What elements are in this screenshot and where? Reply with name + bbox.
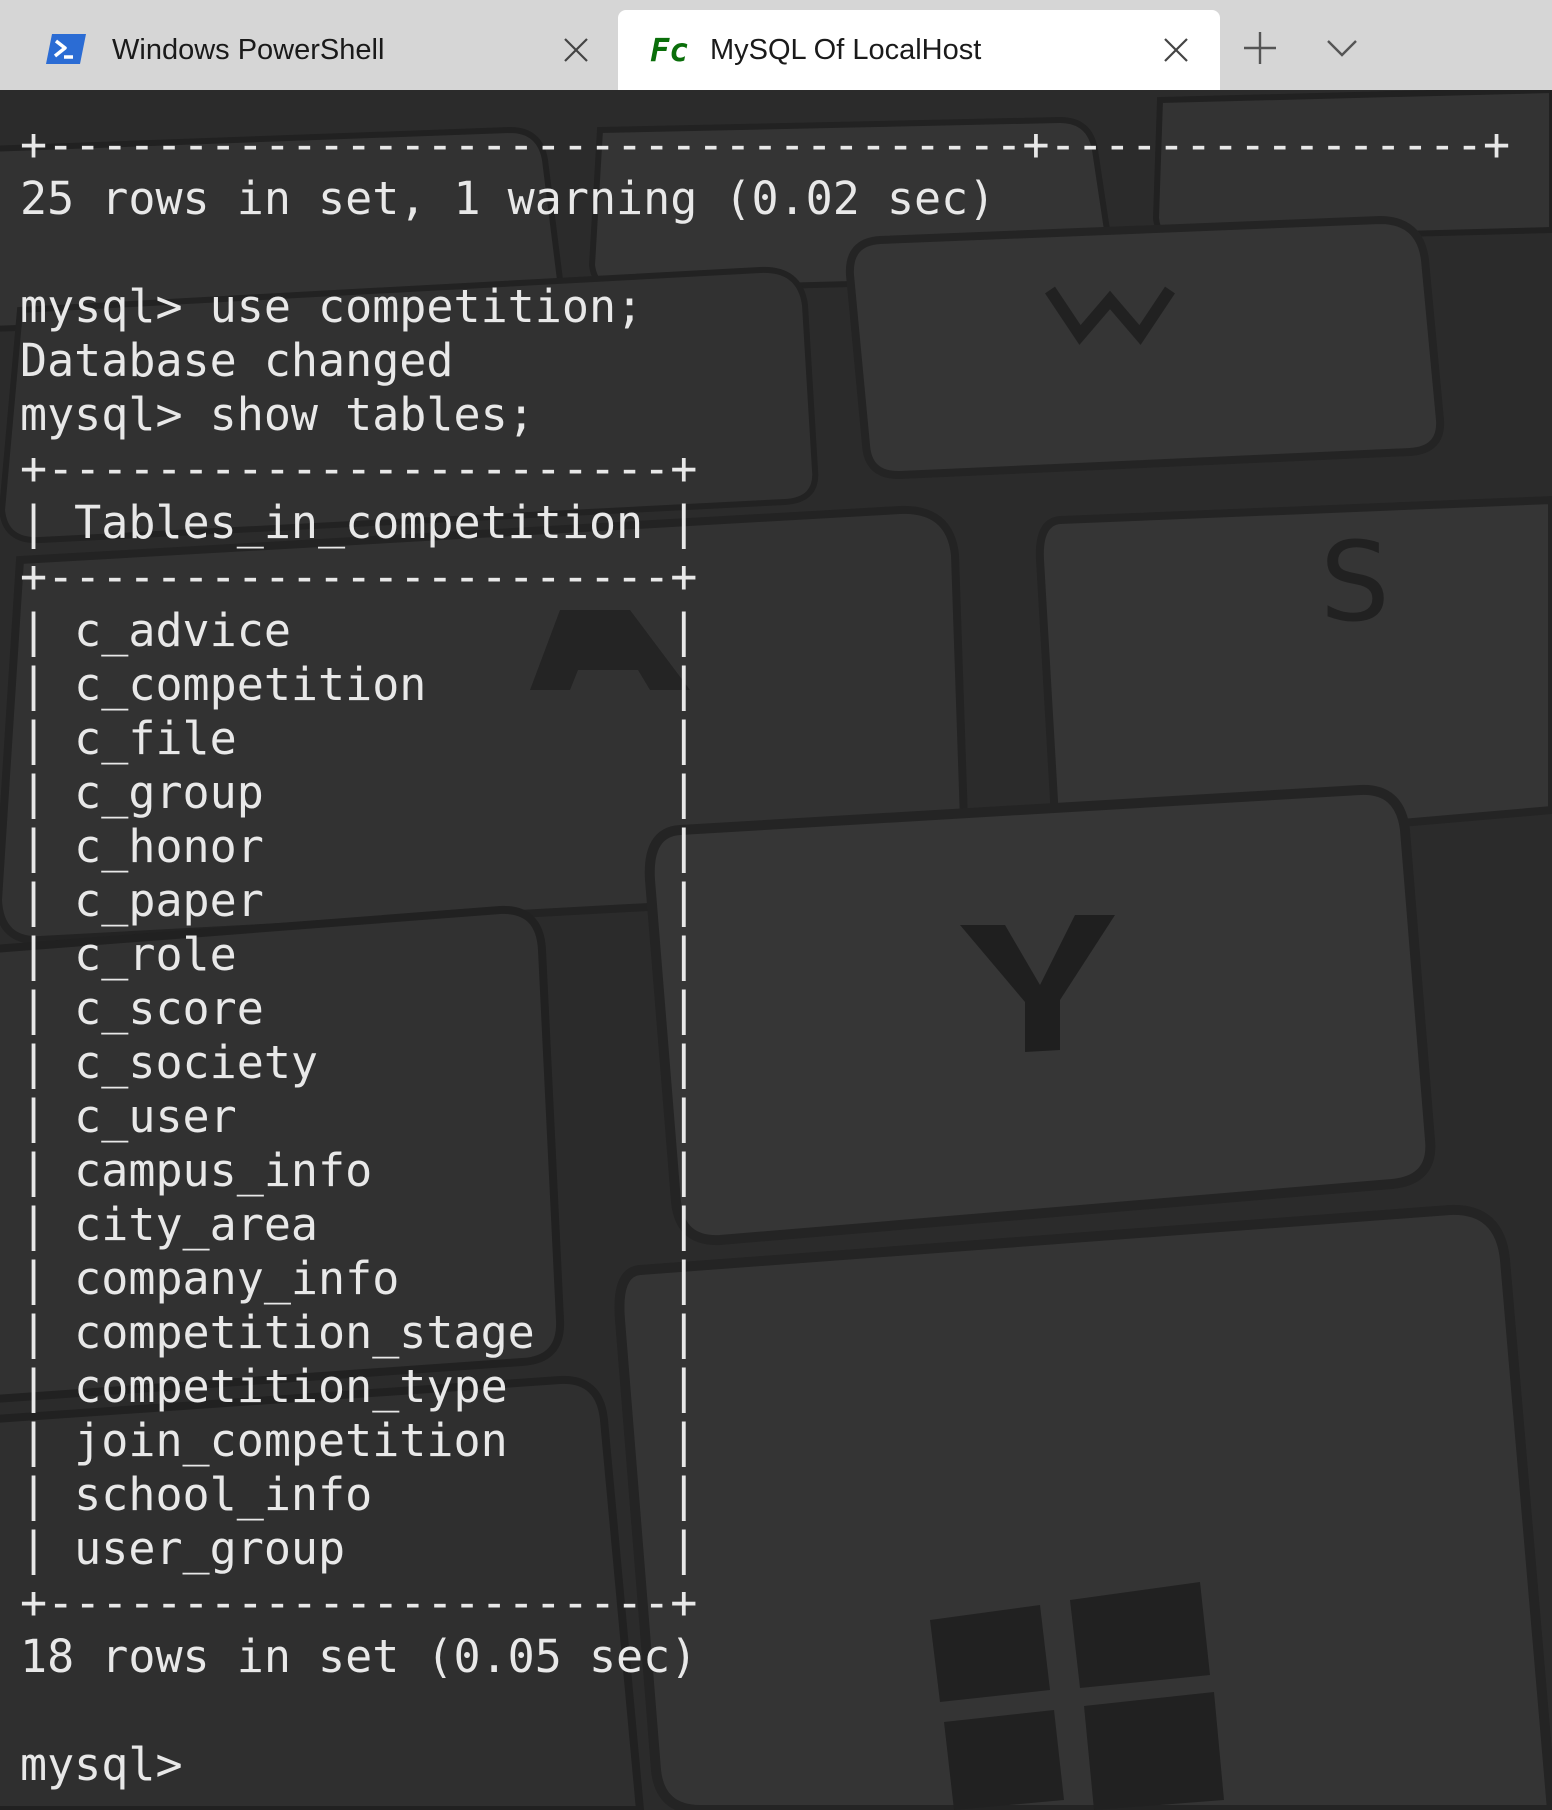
- terminal-line: | user_group |: [20, 1522, 698, 1575]
- terminal-line: | competition_stage |: [20, 1306, 698, 1359]
- tab-bar: Windows PowerShell Fc MySQL Of LocalHost: [0, 0, 1552, 90]
- terminal-line: | c_society |: [20, 1036, 698, 1089]
- terminal-line: 25 rows in set, 1 warning (0.02 sec): [20, 172, 996, 225]
- terminal-line: +-----------------------+: [20, 1576, 698, 1629]
- chevron-down-icon[interactable]: [1322, 28, 1362, 68]
- terminal-line: mysql> use competition;: [20, 280, 644, 333]
- terminal-line: | c_advice |: [20, 604, 698, 657]
- terminal-window: Windows PowerShell Fc MySQL Of LocalHost: [0, 0, 1552, 1810]
- terminal-line: Database changed: [20, 334, 454, 387]
- fc-icon: Fc: [650, 31, 689, 69]
- tab-mysql-localhost[interactable]: Fc MySQL Of LocalHost: [618, 10, 1220, 90]
- terminal-line: | join_competition |: [20, 1414, 698, 1467]
- terminal-line: | c_paper |: [20, 874, 698, 927]
- terminal-line: | c_file |: [20, 712, 698, 765]
- terminal-line: mysql>: [20, 1738, 210, 1791]
- tab-windows-powershell[interactable]: Windows PowerShell: [0, 10, 614, 90]
- terminal-line: | c_role |: [20, 928, 698, 981]
- tab-title-mysql: MySQL Of LocalHost: [710, 34, 982, 66]
- terminal-line: | c_score |: [20, 982, 698, 1035]
- new-tab-plus-icon[interactable]: [1240, 28, 1280, 68]
- terminal-line: +------------------------------------+--…: [20, 118, 1511, 171]
- terminal-line: | c_competition |: [20, 658, 698, 711]
- terminal-line: | c_user |: [20, 1090, 698, 1143]
- terminal-line: | city_area |: [20, 1198, 698, 1251]
- terminal-output: +------------------------------------+--…: [20, 118, 1510, 1792]
- terminal-line: +-----------------------+: [20, 550, 698, 603]
- terminal-line: | c_group |: [20, 766, 698, 819]
- terminal-pane[interactable]: S +------------------------------------+…: [0, 90, 1552, 1810]
- terminal-line: | Tables_in_competition |: [20, 496, 698, 549]
- terminal-line: | competition_type |: [20, 1360, 698, 1413]
- powershell-icon: [46, 34, 86, 64]
- terminal-line: | campus_info |: [20, 1144, 698, 1197]
- terminal-line: | c_honor |: [20, 820, 698, 873]
- terminal-line: +-----------------------+: [20, 442, 698, 495]
- terminal-line: mysql> show tables;: [20, 388, 535, 441]
- terminal-line: | company_info |: [20, 1252, 698, 1305]
- terminal-line: 18 rows in set (0.05 sec): [20, 1630, 698, 1683]
- close-icon[interactable]: [1160, 34, 1192, 66]
- close-icon[interactable]: [560, 34, 592, 66]
- terminal-line: | school_info |: [20, 1468, 698, 1521]
- tab-title-powershell: Windows PowerShell: [112, 34, 385, 66]
- svg-text:Fc: Fc: [650, 31, 689, 69]
